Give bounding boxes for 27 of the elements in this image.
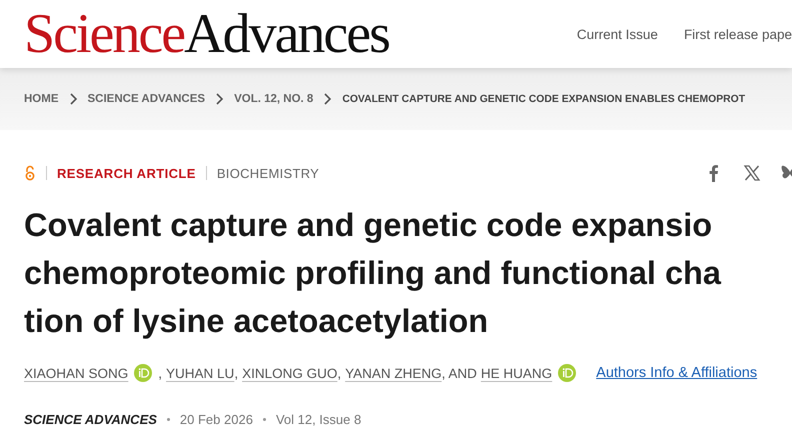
author-separator: ,: [158, 366, 162, 380]
publication-date: 20 Feb 2026: [180, 412, 253, 427]
author-link[interactable]: XIAOHAN SONG: [24, 366, 128, 380]
author-link[interactable]: YANAN ZHENG: [345, 366, 442, 380]
breadcrumb-link[interactable]: HOME: [24, 93, 58, 105]
article-title: Covalent capture and genetic code expansio chemoproteomic profiling and functional cha tion of lysine acetoacetylation: [24, 206, 722, 341]
chevron-icon: [68, 93, 78, 105]
chevron-icon: [323, 93, 332, 105]
x-icon[interactable]: [742, 163, 762, 183]
article-type[interactable]: RESEARCH ARTICLE: [57, 166, 196, 180]
nav-link[interactable]: Current Issue: [576, 26, 658, 42]
article-subject[interactable]: BIOCHEMISTRY: [216, 166, 320, 180]
author-link[interactable]: YUHAN LU: [166, 366, 234, 380]
logo[interactable]: ScienceAdvances: [24, 6, 389, 62]
issue-info[interactable]: Vol 12, Issue 8: [276, 412, 362, 427]
author-link[interactable]: HE HUANG: [480, 366, 552, 380]
breadcrumb-link[interactable]: SCIENCE ADVANCES: [88, 93, 206, 105]
journal-name: SCIENCE ADVANCES: [24, 412, 157, 427]
author-separator: , AND: [442, 366, 477, 380]
author-separator: ,: [337, 366, 342, 380]
breadcrumb-link[interactable]: VOL. 12, NO. 8: [234, 93, 314, 105]
chevron-icon: [215, 93, 224, 105]
affiliations-link[interactable]: Authors Info & Affiliations: [596, 365, 758, 381]
author-link[interactable]: XINLONG GUO: [242, 366, 338, 380]
breadcrumb-link[interactable]: COVALENT CAPTURE AND GENETIC CODE EXPANSION ENABLES CHEMOPROT: [342, 94, 746, 104]
nav-link[interactable]: First release pape: [684, 26, 792, 42]
author-separator: ,: [234, 366, 238, 380]
